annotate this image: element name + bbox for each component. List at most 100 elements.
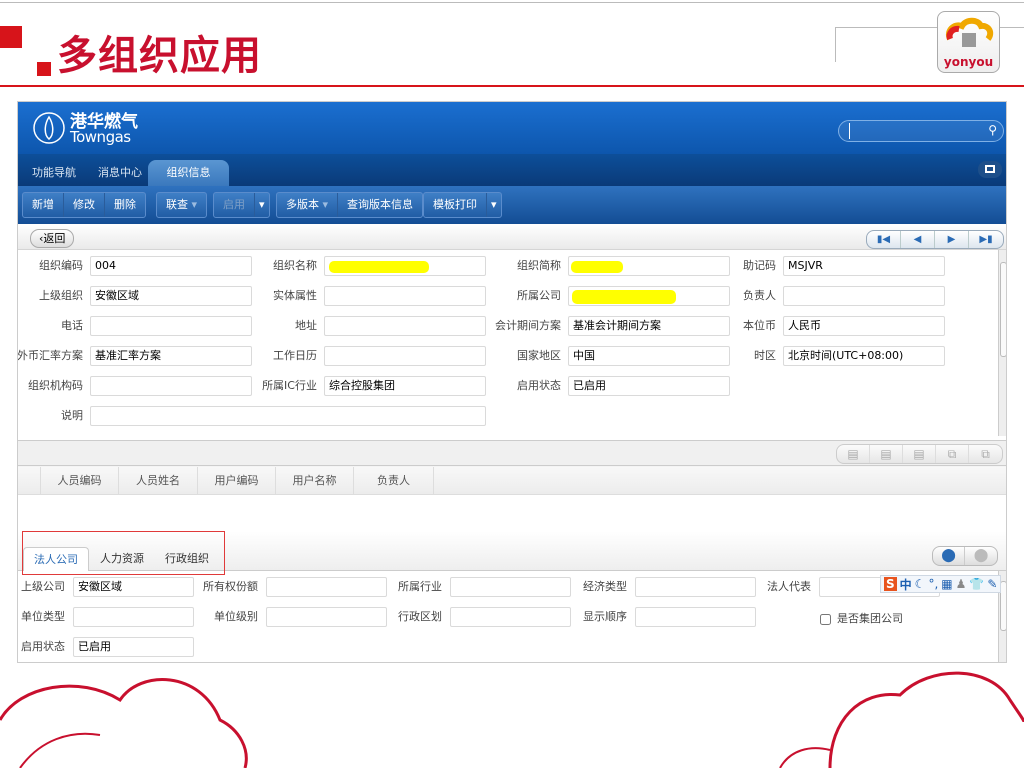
tab-message-center[interactable]: 消息中心 [86, 160, 154, 186]
paste-row-icon[interactable]: ⧉ [969, 445, 1002, 463]
parent-company-field[interactable]: 安徽区域 [73, 577, 194, 597]
status-field[interactable]: 已启用 [73, 637, 194, 657]
next-page-icon[interactable]: ▶ [935, 231, 969, 248]
admin-region-field[interactable] [450, 607, 571, 627]
work-calendar-field[interactable] [324, 346, 486, 366]
ownership-field[interactable] [266, 577, 387, 597]
timezone-field[interactable]: 北京时间(UTC+08:00) [783, 346, 945, 366]
scrollbar-thumb[interactable] [1000, 262, 1006, 357]
column-header[interactable]: 人员姓名 [119, 467, 198, 494]
status-label: 启用状态 [517, 379, 561, 392]
towngas-flame-icon [33, 112, 65, 144]
search-input[interactable] [849, 123, 979, 139]
unit-type-field[interactable] [73, 607, 194, 627]
display-order-label: 显示顺序 [583, 610, 627, 623]
multi-version-button[interactable]: 多版本 ▾ [277, 193, 339, 217]
moon-icon[interactable]: ☾ [915, 577, 926, 591]
yonyou-logo: yonyou [937, 11, 1000, 73]
owner-field[interactable] [783, 286, 945, 306]
chevron-down-icon: ▾ [259, 198, 265, 211]
wrench-icon[interactable]: ✎ [987, 577, 997, 591]
fx-scheme-field[interactable]: 基准汇率方案 [90, 346, 252, 366]
entity-attr-label: 实体属性 [273, 289, 317, 302]
row-toolbar: ▤ ▤ ▤ ⧉ ⧉ [18, 440, 1006, 466]
enable-button[interactable]: 启用 [214, 193, 255, 217]
collapse-button[interactable]: ⬤ [965, 547, 997, 565]
template-print-button[interactable]: 模板打印 [424, 193, 487, 217]
sogou-logo-icon[interactable]: S [884, 577, 897, 591]
currency-field[interactable]: 人民币 [783, 316, 945, 336]
company-field[interactable] [568, 286, 730, 306]
tab-function-nav[interactable]: 功能导航 [20, 160, 88, 186]
country-field[interactable]: 中国 [568, 346, 730, 366]
expand-button[interactable]: ⬤ [933, 547, 965, 565]
economic-type-field[interactable] [635, 577, 756, 597]
main-tabs: 功能导航 消息中心 组织信息 [18, 154, 1006, 186]
enable-dropdown[interactable]: ▾ [255, 193, 269, 217]
mnemonic-label: 助记码 [743, 259, 776, 272]
keyboard-icon[interactable]: ▦ [941, 577, 952, 591]
link-query-button[interactable]: 联查 ▾ [157, 193, 206, 217]
multi-version-label: 多版本 [286, 198, 319, 211]
prev-page-icon[interactable]: ◀ [901, 231, 935, 248]
display-order-field[interactable] [635, 607, 756, 627]
edit-button[interactable]: 修改 [64, 193, 105, 217]
is-group-checkbox[interactable] [820, 613, 831, 625]
app-window: 港华燃气 Towngas ⚲ 功能导航 消息中心 组织信息 新增 修改 删除 联… [17, 101, 1007, 663]
is-group-company[interactable]: 是否集团公司 [820, 609, 903, 629]
cloud-decoration [0, 671, 1024, 768]
delete-row-icon[interactable]: ▤ [903, 445, 936, 463]
column-header[interactable]: 用户名称 [276, 467, 354, 494]
search-icon[interactable]: ⚲ [988, 123, 997, 137]
unit-type-label: 单位类型 [21, 610, 65, 623]
unit-level-field[interactable] [266, 607, 387, 627]
template-print-dropdown[interactable]: ▾ [487, 193, 501, 217]
industry-field[interactable]: 综合控股集团 [324, 376, 486, 396]
phone-field[interactable] [90, 316, 252, 336]
address-field[interactable] [324, 316, 486, 336]
skin-icon[interactable]: 👕 [969, 577, 984, 591]
org-inst-code-field[interactable] [90, 376, 252, 396]
mnemonic-field[interactable]: MSJVR [783, 256, 945, 276]
back-button[interactable]: ‹返回 [30, 229, 75, 248]
column-header[interactable]: 负责人 [354, 467, 434, 494]
punctuation-icon[interactable]: °, [928, 577, 938, 591]
query-version-button[interactable]: 查询版本信息 [338, 193, 422, 217]
industry-label: 所属行业 [398, 580, 442, 593]
column-header[interactable]: 人员编码 [41, 467, 119, 494]
status-field[interactable]: 已启用 [568, 376, 730, 396]
description-field[interactable] [90, 406, 486, 426]
ownership-label: 所有权份额 [203, 580, 258, 593]
org-code-field[interactable]: 004 [90, 256, 252, 276]
parent-org-field[interactable]: 安徽区域 [90, 286, 252, 306]
search-box[interactable]: ⚲ [838, 120, 1004, 142]
description-label: 说明 [61, 409, 83, 422]
tab-org-info[interactable]: 组织信息 [148, 160, 229, 186]
user-icon[interactable]: ♟ [956, 577, 967, 591]
unit-level-label: 单位级别 [214, 610, 258, 623]
form-scrollbar[interactable] [998, 250, 1006, 436]
ime-toolbar: S 中 ☾ °, ▦ ♟ 👕 ✎ [880, 575, 1002, 593]
last-page-icon[interactable]: ▶▮ [969, 231, 1003, 248]
org-short-name-field[interactable] [568, 256, 730, 276]
entity-attr-field[interactable] [324, 286, 486, 306]
org-name-label: 组织名称 [273, 259, 317, 272]
industry-field[interactable] [450, 577, 571, 597]
currency-label: 本位币 [743, 319, 776, 332]
pager: ▮◀ ◀ ▶ ▶▮ [866, 230, 1004, 249]
org-name-field[interactable] [324, 256, 486, 276]
add-row-icon[interactable]: ▤ [837, 445, 870, 463]
copy-row-icon[interactable]: ⧉ [936, 445, 969, 463]
maximize-button[interactable] [978, 161, 1002, 178]
toolbar: 新增 修改 删除 联查 ▾ 启用 ▾ 多版本 ▾ 查询版本信息 模板打印 ▾ [18, 186, 1006, 224]
column-header[interactable]: 用户编码 [198, 467, 276, 494]
ime-mode[interactable]: 中 [900, 576, 912, 593]
delete-button[interactable]: 删除 [105, 193, 145, 217]
legal-rep-label: 法人代表 [767, 580, 811, 593]
accounting-period-field[interactable]: 基准会计期间方案 [568, 316, 730, 336]
address-label: 地址 [295, 319, 317, 332]
first-page-icon[interactable]: ▮◀ [867, 231, 901, 248]
insert-row-icon[interactable]: ▤ [870, 445, 903, 463]
redaction-mark [572, 290, 676, 304]
add-button[interactable]: 新增 [23, 193, 64, 217]
